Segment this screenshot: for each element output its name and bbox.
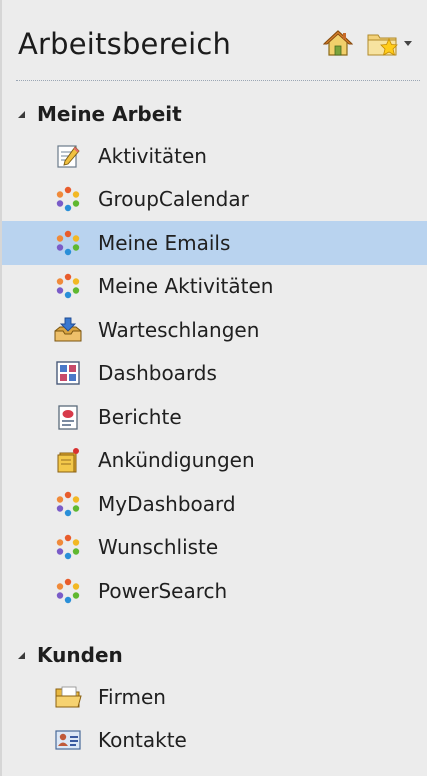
nav-item-label: Kontakte <box>98 728 187 753</box>
header-divider <box>16 80 420 81</box>
custom-entity-icon <box>54 272 82 300</box>
nav-item-label: GroupCalendar <box>98 187 249 212</box>
nav-item-mydashboard[interactable]: MyDashboard <box>2 482 427 526</box>
home-icon <box>323 29 353 57</box>
custom-entity-icon <box>54 229 82 257</box>
group-meine-arbeit: Meine Arbeit Aktivitäten GroupCalendar M… <box>2 94 427 613</box>
workspace-title: Arbeitsbereich <box>18 27 232 61</box>
dashboard-icon <box>54 359 82 387</box>
folder-icon <box>54 683 82 711</box>
nav-item-label: Aktivitäten <box>98 143 207 168</box>
favorites-folder-icon <box>366 28 400 58</box>
group-title: Kunden <box>37 643 123 667</box>
nav-item-label: Wunschliste <box>98 535 219 560</box>
chevron-down-icon <box>404 40 412 46</box>
nav-item-label: Meine Emails <box>98 230 231 255</box>
nav-item-firmen[interactable]: Firmen <box>2 675 427 719</box>
nav-item-kontakte[interactable]: Kontakte <box>2 719 427 763</box>
activities-icon <box>54 142 82 170</box>
nav-item-label: Ankündigungen <box>98 448 255 473</box>
nav-item-dashboards[interactable]: Dashboards <box>2 352 427 396</box>
nav-item-berichte[interactable]: Berichte <box>2 395 427 439</box>
custom-entity-icon <box>54 577 82 605</box>
nav-item-powersearch[interactable]: PowerSearch <box>2 569 427 613</box>
nav-item-label: Firmen <box>98 684 166 709</box>
nav-item-wunschliste[interactable]: Wunschliste <box>2 526 427 570</box>
custom-entity-icon <box>54 533 82 561</box>
queue-icon <box>54 316 82 344</box>
nav-item-label: Meine Aktivitäten <box>98 274 274 299</box>
nav-item-meine-emails[interactable]: Meine Emails <box>2 221 427 265</box>
nav-item-meine-aktivitaeten[interactable]: Meine Aktivitäten <box>2 265 427 309</box>
group-title: Meine Arbeit <box>37 102 182 126</box>
nav-item-warteschlangen[interactable]: Warteschlangen <box>2 308 427 352</box>
expand-triangle-icon <box>18 110 25 118</box>
expand-triangle-icon <box>18 651 25 659</box>
nav-item-groupcalendar[interactable]: GroupCalendar <box>2 178 427 222</box>
custom-entity-icon <box>54 185 82 213</box>
nav-item-ankuendigungen[interactable]: Ankündigungen <box>2 439 427 483</box>
nav-item-label: PowerSearch <box>98 578 228 603</box>
contact-card-icon <box>54 726 82 754</box>
nav-item-aktivitaeten[interactable]: Aktivitäten <box>2 134 427 178</box>
group-kunden: Kunden Firmen Kontakte <box>2 635 427 762</box>
nav-item-label: MyDashboard <box>98 491 236 516</box>
workspace-navigation-pane: Arbeitsbereich Meine Arbeit Aktivitäten … <box>0 0 427 776</box>
workspace-header: Arbeitsbereich <box>18 18 418 70</box>
home-button[interactable] <box>320 26 356 60</box>
group-header-kunden[interactable]: Kunden <box>2 635 427 675</box>
nav-item-label: Berichte <box>98 404 182 429</box>
announcement-icon <box>54 446 82 474</box>
custom-entity-icon <box>54 490 82 518</box>
group-header-meine-arbeit[interactable]: Meine Arbeit <box>2 94 427 134</box>
nav-item-label: Warteschlangen <box>98 317 260 342</box>
report-icon <box>54 403 82 431</box>
favorites-dropdown-button[interactable] <box>366 26 420 60</box>
nav-item-label: Dashboards <box>98 361 217 386</box>
